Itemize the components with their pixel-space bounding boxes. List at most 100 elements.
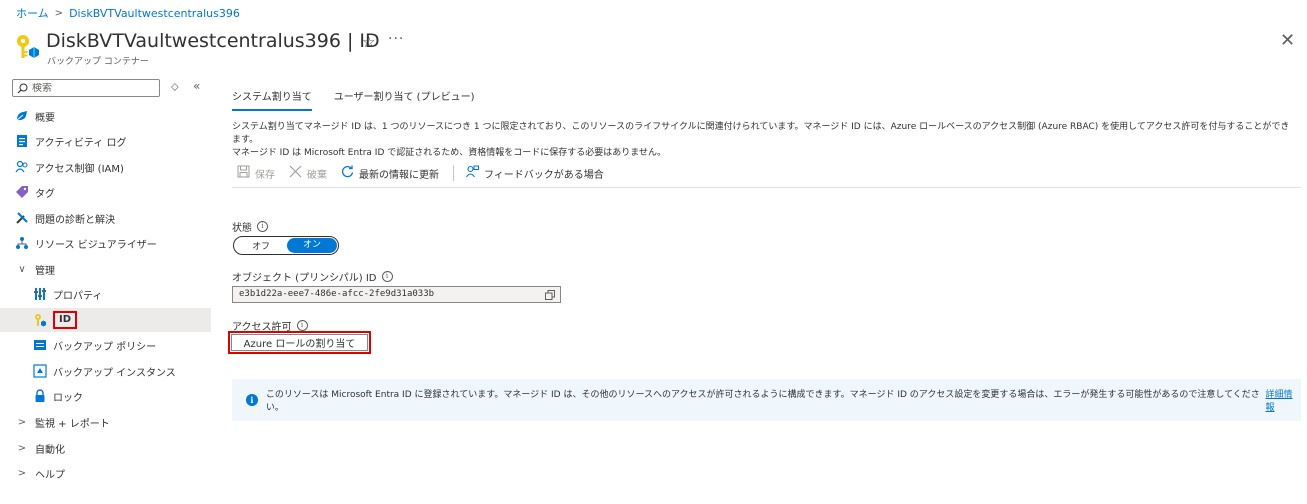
- sidebar-group-label: 自動化: [35, 444, 65, 456]
- properties-icon: [33, 287, 47, 301]
- sidebar-group-automation[interactable]: > 自動化: [0, 436, 211, 460]
- object-id-value: e3b1d22a-eee7-486e-afcc-2fe9d31a033b: [239, 289, 435, 299]
- command-toolbar: 保存 破棄 最新の情報に更新 フィードバックがある場合: [237, 165, 618, 181]
- toggle-off-option[interactable]: オフ: [235, 239, 287, 252]
- breadcrumb-resource-link[interactable]: DiskBVTVaultwestcentralus396: [69, 7, 240, 20]
- page-title: DiskBVTVaultwestcentralus396 | ID: [46, 30, 380, 52]
- learn-more-link[interactable]: 詳細情報: [1265, 387, 1301, 413]
- discard-label: 破棄: [307, 169, 327, 181]
- feedback-label: フィードバックがある場合: [484, 169, 604, 181]
- sidebar-item-overview[interactable]: 概要: [0, 104, 211, 128]
- sidebar-item-label: ロック: [53, 392, 83, 404]
- azure-role-assignments-highlight: Azure ロールの割り当て: [228, 331, 371, 354]
- copy-icon[interactable]: [545, 290, 555, 306]
- tab-user-assigned[interactable]: ユーザー割り当て (プレビュー): [334, 88, 475, 111]
- refresh-button[interactable]: 最新の情報に更新: [341, 165, 439, 181]
- breadcrumb: ホーム > DiskBVTVaultwestcentralus396: [16, 5, 240, 21]
- sidebar-item-label: バックアップ ポリシー: [53, 341, 157, 353]
- sidebar-item-iam[interactable]: アクセス制御 (IAM): [0, 155, 211, 179]
- object-id-label: オブジェクト (プリンシパル) ID: [232, 273, 377, 284]
- page-subtitle: バックアップ コンテナー: [47, 57, 149, 67]
- sidebar-group-label: 監視 + レポート: [35, 418, 110, 430]
- status-label: 状態: [232, 223, 252, 234]
- info-icon[interactable]: i: [257, 221, 268, 232]
- lock-icon: [33, 389, 47, 403]
- sidebar-search-input[interactable]: [32, 82, 152, 94]
- collapse-sidebar-icon[interactable]: «: [193, 79, 200, 93]
- identity-tabs: システム割り当て ユーザー割り当て (プレビュー): [232, 88, 496, 111]
- chevron-right-icon: >: [17, 467, 27, 479]
- description-line-1: システム割り当てマネージド ID は、1 つのリソースにつき 1 つに限定されて…: [232, 122, 1290, 145]
- sidebar-item-label: 概要: [35, 112, 55, 124]
- sidebar-item-label: バックアップ インスタンス: [53, 367, 176, 379]
- chevron-right-icon: >: [17, 442, 27, 454]
- sidebar-item-tags[interactable]: タグ: [0, 180, 211, 204]
- save-button[interactable]: 保存: [237, 165, 275, 181]
- breadcrumb-home-link[interactable]: ホーム: [16, 5, 49, 21]
- resource-visualizer-icon: [15, 236, 29, 250]
- overview-icon: [15, 109, 29, 123]
- chevron-right-icon: >: [17, 416, 27, 428]
- azure-role-assignments-button[interactable]: Azure ロールの割り当て: [231, 334, 368, 351]
- sidebar-item-lock[interactable]: ロック: [0, 384, 211, 408]
- sidebar-group-label: ヘルプ: [35, 469, 65, 481]
- sidebar-item-label: アクティビティ ログ: [35, 137, 127, 149]
- sidebar-item-label: リソース ビジュアライザー: [35, 239, 157, 251]
- backup-instance-icon: [33, 364, 47, 378]
- info-icon[interactable]: i: [381, 271, 393, 282]
- banner-text: このリソースは Microsoft Entra ID に登録されています。マネー…: [265, 390, 1260, 413]
- refresh-label: 最新の情報に更新: [359, 169, 439, 181]
- wrench-icon: [15, 211, 29, 225]
- tab-system-assigned[interactable]: システム割り当て: [232, 88, 312, 111]
- discard-button[interactable]: 破棄: [289, 165, 327, 181]
- description-text: システム割り当てマネージド ID は、1 つのリソースにつき 1 つに限定されて…: [232, 121, 1292, 160]
- info-circle-icon: i: [246, 394, 258, 406]
- nav-expand-icon[interactable]: ⬦: [171, 80, 179, 94]
- sidebar-group-help[interactable]: > ヘルプ: [0, 461, 211, 485]
- status-label-row: 状態 i: [232, 219, 268, 234]
- key-vault-identity-icon: [14, 33, 40, 63]
- feedback-person-icon: [466, 165, 479, 181]
- sidebar-group-label: 管理: [35, 265, 55, 277]
- sidebar-item-label: 問題の診断と解決: [35, 214, 115, 226]
- feedback-button[interactable]: フィードバックがある場合: [466, 165, 604, 181]
- sidebar-item-backup-policy[interactable]: バックアップ ポリシー: [0, 333, 211, 357]
- people-icon: [15, 160, 29, 174]
- activity-log-icon: [15, 134, 29, 148]
- breadcrumb-separator-icon: >: [54, 7, 64, 19]
- sidebar-item-label: ID: [53, 311, 78, 329]
- info-icon[interactable]: i: [296, 320, 308, 331]
- save-icon: [237, 165, 250, 181]
- info-banner: i このリソースは Microsoft Entra ID に登録されています。マ…: [232, 379, 1301, 421]
- identity-key-icon: [33, 313, 47, 327]
- tag-icon: [15, 185, 29, 199]
- toolbar-separator: [453, 165, 454, 181]
- sidebar-item-label: タグ: [35, 188, 55, 200]
- sidebar-group-monitoring[interactable]: > 監視 + レポート: [0, 410, 211, 434]
- sidebar-group-manage[interactable]: ∨ 管理: [0, 257, 211, 281]
- more-options-icon[interactable]: ···: [388, 31, 404, 47]
- sidebar-item-label: プロパティ: [53, 290, 103, 302]
- object-id-label-row: オブジェクト (プリンシパル) ID i: [232, 269, 393, 284]
- chevron-down-icon: ∨: [18, 263, 26, 275]
- search-icon: [17, 79, 28, 98]
- favorite-star-icon[interactable]: ☆: [362, 33, 375, 51]
- toggle-on-option[interactable]: オン: [287, 238, 337, 253]
- save-label: 保存: [255, 169, 275, 181]
- toolbar-divider: [232, 187, 1301, 188]
- refresh-icon: [341, 165, 354, 181]
- sidebar-item-activity-log[interactable]: アクティビティ ログ: [0, 129, 211, 153]
- close-icon[interactable]: ✕: [1280, 30, 1295, 51]
- backup-policy-icon: [33, 338, 47, 352]
- sidebar-item-properties[interactable]: プロパティ: [0, 282, 211, 306]
- status-toggle[interactable]: オフ オン: [233, 236, 339, 255]
- sidebar-item-visualizer[interactable]: リソース ビジュアライザー: [0, 231, 211, 255]
- sidebar-item-diagnose[interactable]: 問題の診断と解決: [0, 206, 211, 230]
- sidebar-item-identity[interactable]: ID: [0, 308, 211, 332]
- description-line-2: マネージド ID は Microsoft Entra ID で認証されるため、資…: [232, 148, 666, 158]
- sidebar-item-label: アクセス制御 (IAM): [35, 163, 124, 175]
- object-id-field[interactable]: e3b1d22a-eee7-486e-afcc-2fe9d31a033b: [232, 286, 561, 303]
- discard-x-icon: [289, 165, 302, 181]
- sidebar-search[interactable]: [12, 79, 160, 97]
- sidebar-item-backup-instance[interactable]: バックアップ インスタンス: [0, 359, 211, 383]
